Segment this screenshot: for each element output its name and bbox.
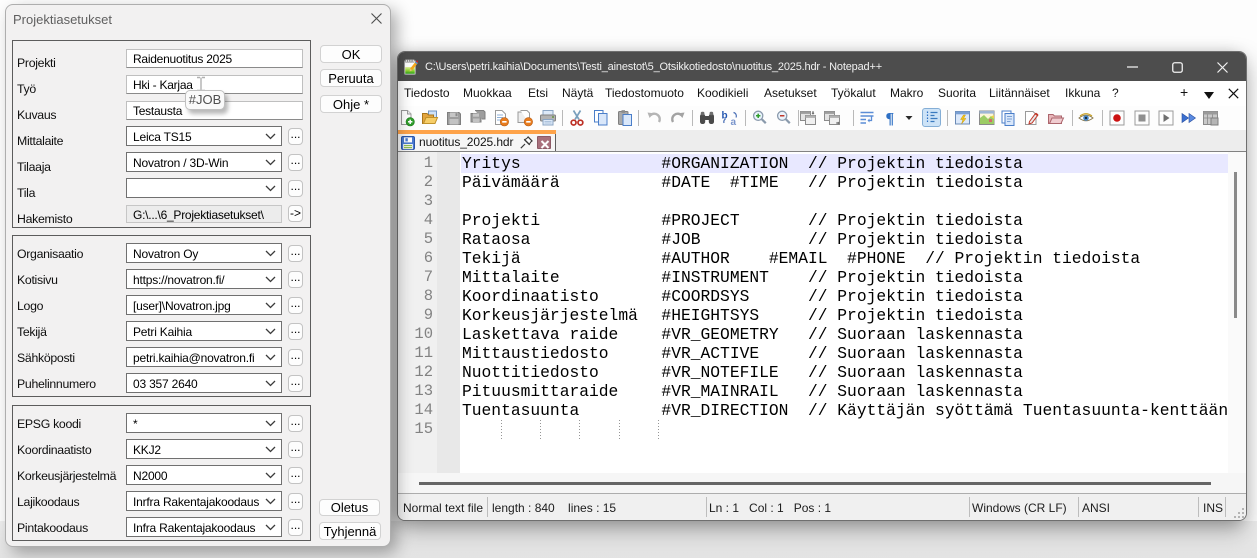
svg-text:¶: ¶	[886, 111, 895, 128]
svg-text:a: a	[731, 117, 737, 127]
